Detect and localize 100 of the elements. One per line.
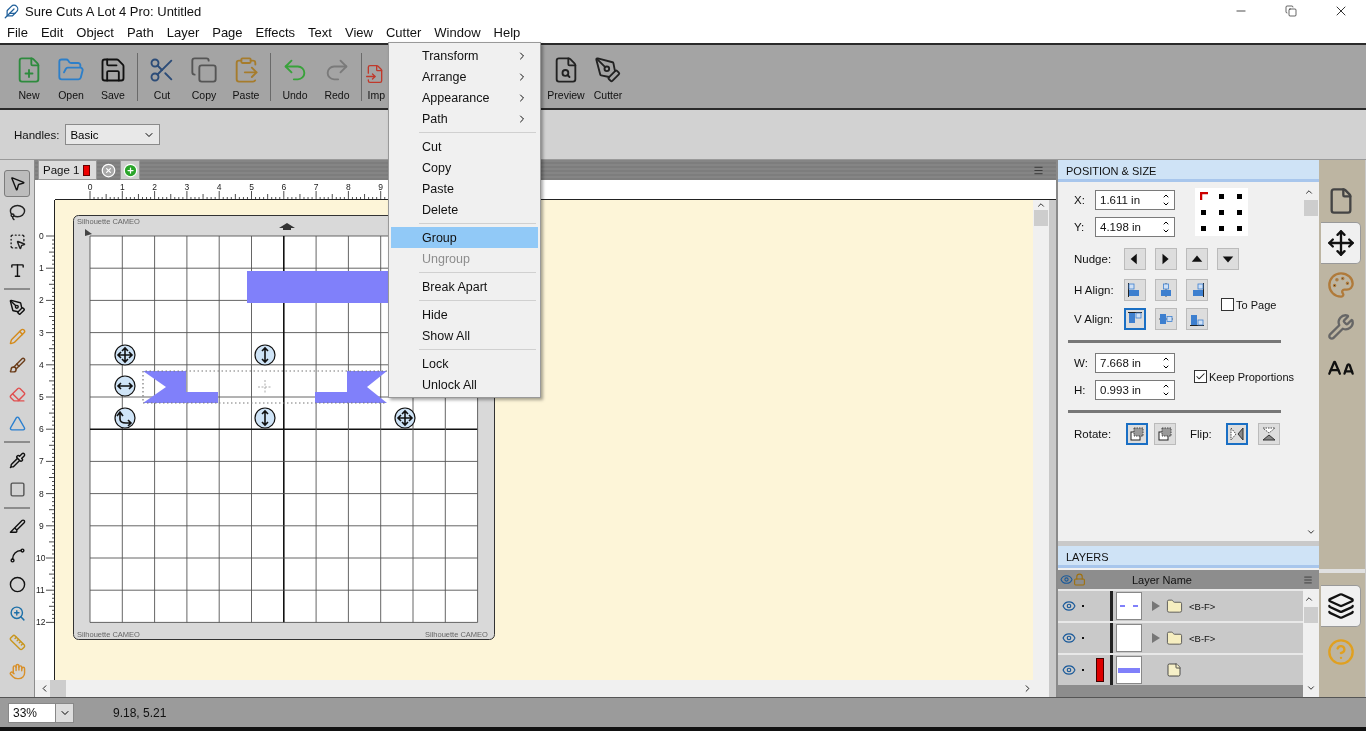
align-button[interactable] bbox=[1124, 308, 1146, 330]
rotate-button[interactable] bbox=[1154, 423, 1176, 445]
toolbar-button[interactable]: New bbox=[8, 48, 50, 105]
menu-item[interactable]: Effects bbox=[248, 22, 302, 43]
scroll-thumb[interactable] bbox=[1304, 607, 1318, 623]
horizontal-scrollbar[interactable] bbox=[35, 680, 1049, 697]
toolbar-button[interactable]: Paste bbox=[225, 48, 267, 105]
align-button[interactable] bbox=[1186, 308, 1208, 330]
menu-item[interactable]: Help bbox=[486, 22, 527, 43]
menu-item[interactable]: Appearance bbox=[391, 87, 538, 108]
align-button[interactable] bbox=[1124, 279, 1146, 301]
scroll-thumb[interactable] bbox=[1034, 210, 1048, 226]
menu-item[interactable]: View bbox=[337, 22, 379, 43]
menu-item[interactable]: Copy bbox=[391, 157, 538, 178]
move-handle-icon[interactable] bbox=[394, 407, 416, 429]
toolbar-button[interactable]: Save bbox=[92, 48, 134, 105]
vertical-resize-handle-icon[interactable] bbox=[254, 407, 276, 429]
tool-button[interactable] bbox=[4, 170, 30, 197]
menu-item[interactable]: Show All bbox=[391, 325, 538, 346]
menu-item[interactable]: Hide bbox=[391, 304, 538, 325]
side-tab[interactable] bbox=[1321, 585, 1361, 627]
horizontal-resize-handle-icon[interactable] bbox=[114, 375, 136, 397]
zoom-dropdown-button[interactable] bbox=[56, 702, 74, 723]
checkbox[interactable] bbox=[1194, 370, 1207, 383]
menu-item[interactable]: Lock bbox=[391, 353, 538, 374]
ribbon-end-shape[interactable] bbox=[315, 371, 387, 403]
move-handle-icon[interactable] bbox=[114, 344, 136, 366]
menu-item[interactable]: Path bbox=[119, 22, 160, 43]
checkbox[interactable] bbox=[1221, 298, 1234, 311]
zoom-icon bbox=[8, 605, 26, 622]
menu-item[interactable]: Transform bbox=[391, 45, 538, 66]
scroll-up-icon bbox=[1304, 594, 1314, 604]
expand-arrow-icon[interactable] bbox=[1152, 633, 1160, 643]
eraser-icon bbox=[8, 386, 26, 403]
flip-button[interactable] bbox=[1258, 423, 1280, 445]
ruler-label: 5 bbox=[249, 182, 254, 192]
field-label: Flip: bbox=[1190, 428, 1213, 440]
align-button[interactable] bbox=[1155, 308, 1177, 330]
rotate-handle-icon[interactable] bbox=[114, 407, 136, 429]
menu-item[interactable]: Unlock All bbox=[391, 374, 538, 395]
menu-item[interactable]: Delete bbox=[391, 199, 538, 220]
menu-item[interactable]: Edit bbox=[33, 22, 70, 43]
menu-item[interactable]: Group bbox=[391, 227, 538, 248]
vertical-scrollbar[interactable] bbox=[1033, 200, 1049, 680]
menu-item[interactable]: Text bbox=[301, 22, 338, 43]
zoom-field[interactable]: 33% bbox=[8, 702, 56, 723]
ruler-label: 3 bbox=[184, 182, 190, 192]
toolbar-button[interactable]: Copy bbox=[183, 48, 225, 105]
menu-icon[interactable] bbox=[1033, 164, 1044, 176]
layer-row[interactable]: <B-F> bbox=[1058, 621, 1303, 653]
page-tab[interactable]: Page 1 bbox=[38, 160, 98, 180]
align-button[interactable] bbox=[1155, 279, 1177, 301]
layer-row[interactable]: <B-F> bbox=[1058, 589, 1303, 621]
toolbar-button[interactable]: Undo bbox=[274, 48, 316, 105]
menu-item[interactable]: Layer bbox=[159, 22, 206, 43]
nudge-button[interactable] bbox=[1124, 248, 1146, 270]
toolbar-button[interactable]: Imp bbox=[365, 48, 385, 105]
eye-icon[interactable] bbox=[1062, 631, 1076, 645]
ruler-label: 9 bbox=[39, 520, 44, 531]
vertical-resize-handle-icon[interactable] bbox=[254, 344, 276, 366]
ribbon-end-shape[interactable] bbox=[143, 371, 218, 403]
menu-item[interactable]: Page bbox=[205, 22, 249, 43]
toolbar-button[interactable]: Cutter bbox=[587, 48, 629, 105]
menu-item[interactable]: Object bbox=[69, 22, 120, 43]
ruler-label: 7 bbox=[39, 456, 44, 467]
nudge-button[interactable] bbox=[1186, 248, 1208, 270]
align-button[interactable] bbox=[1186, 279, 1208, 301]
menu-item[interactable]: Window bbox=[427, 22, 487, 43]
flip-button[interactable] bbox=[1226, 423, 1248, 445]
scroll-down-icon bbox=[1306, 527, 1316, 537]
handles-dropdown[interactable]: Basic bbox=[65, 124, 161, 145]
menu-item[interactable]: Cutter bbox=[378, 22, 428, 43]
anchor-grid[interactable] bbox=[1195, 188, 1248, 236]
menu-item[interactable]: Path bbox=[391, 108, 538, 129]
ruler-label: 3 bbox=[39, 327, 44, 338]
toolbar-button[interactable]: Cut bbox=[141, 48, 183, 105]
toolbar-button[interactable]: Preview bbox=[545, 48, 587, 105]
layer-row[interactable] bbox=[1058, 653, 1303, 685]
add-page-button[interactable] bbox=[120, 160, 141, 180]
handles-label: Handles: bbox=[14, 128, 60, 141]
eye-icon[interactable] bbox=[1062, 663, 1076, 677]
nudge-button[interactable] bbox=[1217, 248, 1239, 270]
eye-icon[interactable] bbox=[1062, 599, 1076, 613]
menu-item[interactable]: Cut bbox=[391, 136, 538, 157]
menu-item[interactable]: Break Apart bbox=[391, 276, 538, 297]
menu-item[interactable]: Arrange bbox=[391, 66, 538, 87]
expand-arrow-icon[interactable] bbox=[1152, 601, 1160, 611]
scroll-thumb[interactable] bbox=[50, 680, 66, 697]
scroll-up-icon bbox=[1304, 187, 1314, 197]
anchor-corner-icon[interactable] bbox=[1199, 192, 1208, 200]
menu-item[interactable]: File bbox=[0, 22, 34, 43]
rotate-icon bbox=[1157, 426, 1173, 442]
menu-item[interactable]: Paste bbox=[391, 178, 538, 199]
ruler-label: 8 bbox=[39, 488, 44, 499]
nudge-button[interactable] bbox=[1155, 248, 1177, 270]
scroll-thumb[interactable] bbox=[1304, 200, 1318, 216]
ruler-label: 6 bbox=[39, 424, 44, 435]
toolbar-button[interactable]: Open bbox=[50, 48, 92, 105]
side-tab[interactable] bbox=[1321, 222, 1361, 264]
rotate-button[interactable] bbox=[1126, 423, 1148, 445]
